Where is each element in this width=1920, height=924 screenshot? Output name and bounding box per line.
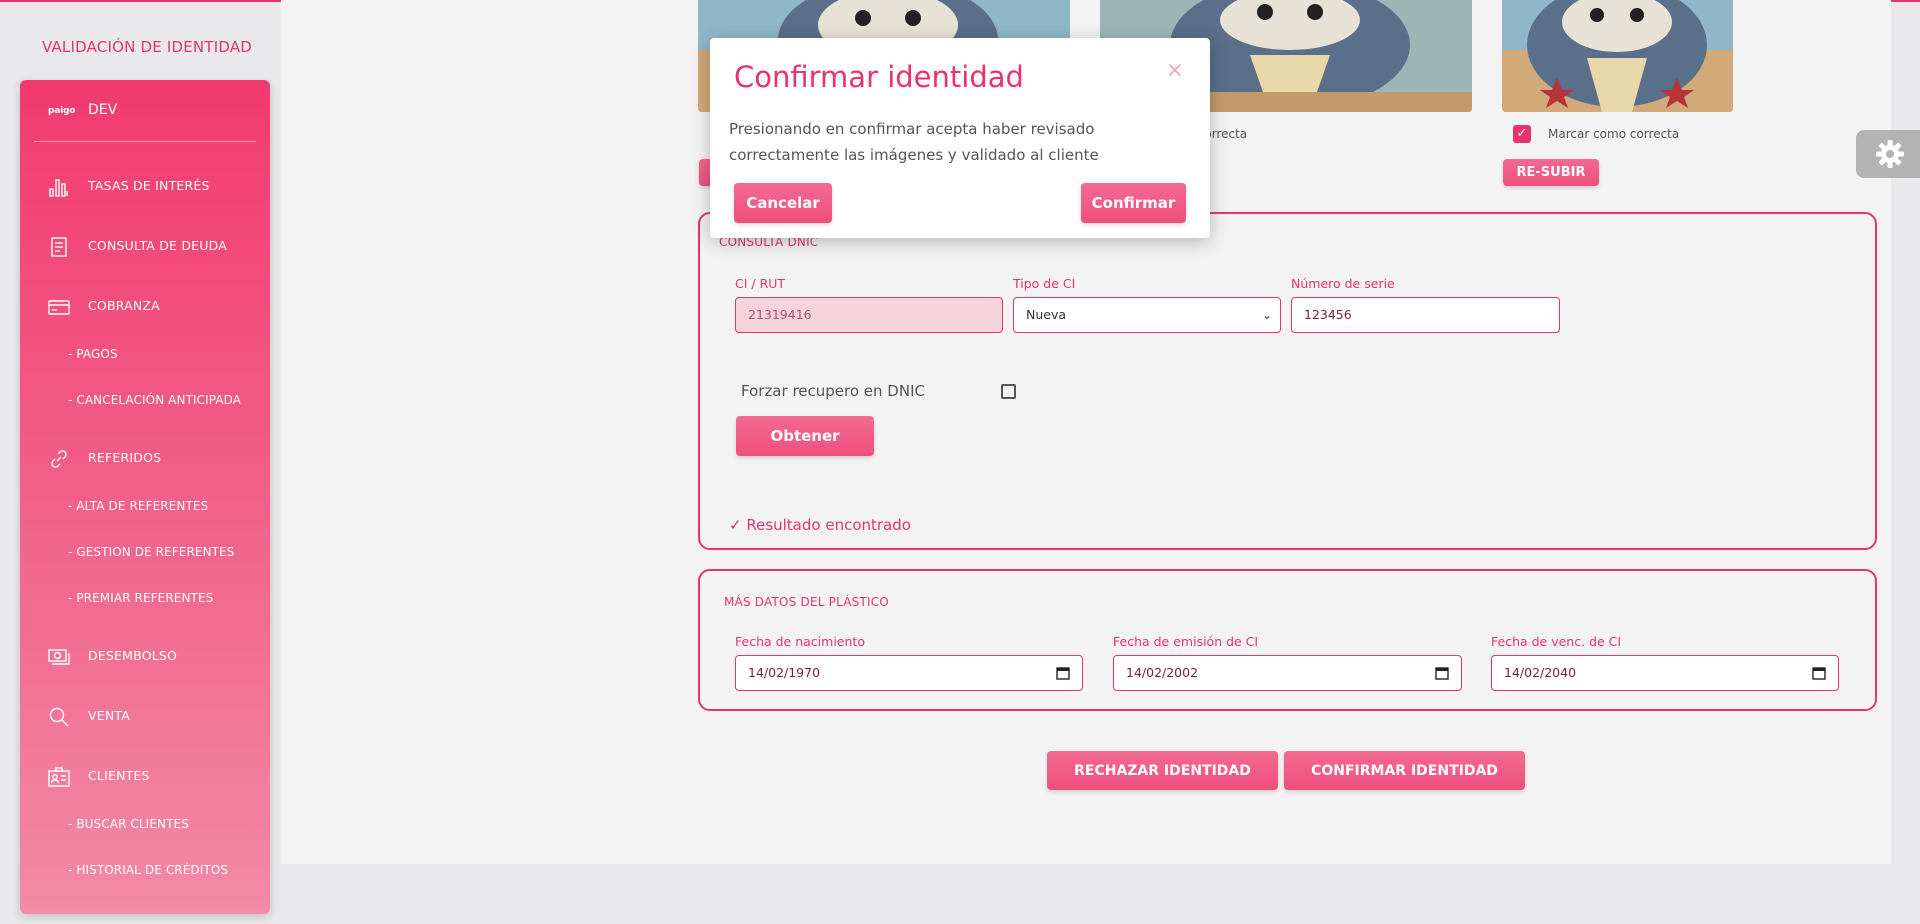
sidebar-sub-gestion-referentes[interactable]: - GESTION DE REFERENTES [68,545,235,559]
numero-serie-input[interactable]: 123456 [1291,297,1560,333]
id-card-icon [48,766,70,788]
confirm-identity-modal: Confirmar identidad × Presionando en con… [710,38,1210,238]
sidebar-divider [34,141,256,142]
calendar-icon [1056,667,1070,680]
sidebar-item-venta[interactable]: VENTA [20,698,270,734]
sidebar-user[interactable]: paigo DEV [20,80,270,140]
sidebar-item-label: CLIENTES [88,768,150,783]
user-name: DEV [88,102,118,118]
sidebar-item-referidos[interactable]: REFERIDOS [20,440,270,476]
close-icon[interactable]: × [1166,58,1184,83]
fecha-emision-input[interactable]: 14/02/2002 [1113,655,1462,691]
fecha-emision-value: 14/02/2002 [1126,665,1199,680]
image-3-resubir-button[interactable]: RE-SUBIR [1503,159,1599,186]
sidebar: paigo DEV TASAS DE INTERÉS CONSULTA DE D… [20,80,270,914]
document-icon [48,236,70,258]
sidebar-item-label: CONSULTA DE DEUDA [88,238,227,253]
tipo-ci-label: Tipo de CI [1013,276,1076,291]
image-3-correct-checkbox[interactable]: ✓ [1513,125,1531,143]
sidebar-sub-buscar-clientes[interactable]: - BUSCAR CLIENTES [68,817,189,831]
sidebar-sub-cancelacion[interactable]: - CANCELACIÓN ANTICIPADA [68,393,241,407]
sidebar-item-label: REFERIDOS [88,450,162,465]
consulta-dnic-section: CONSULTA DNIC CI / RUT 21319416 Tipo de … [698,212,1877,550]
modal-cancel-button[interactable]: Cancelar [734,183,832,223]
datos-plastico-section: MÁS DATOS DEL PLÁSTICO Fecha de nacimien… [698,569,1877,711]
modal-confirm-button[interactable]: Confirmar [1081,183,1186,223]
sidebar-sub-pagos[interactable]: - PAGOS [68,347,118,361]
link-icon [48,448,70,470]
sidebar-item-desembolso[interactable]: DESEMBOLSO [20,638,270,674]
sidebar-item-label: VENTA [88,708,131,723]
modal-title: Confirmar identidad [734,60,1024,94]
sidebar-sub-premiar-referentes[interactable]: - PREMIAR REFERENTES [68,591,213,605]
obtener-button[interactable]: Obtener [736,416,874,456]
fecha-venc-label: Fecha de venc. de CI [1491,634,1622,649]
ci-rut-label: CI / RUT [735,276,786,291]
fecha-venc-input[interactable]: 14/02/2040 [1491,655,1839,691]
sidebar-sub-alta-referentes[interactable]: - ALTA DE REFERENTES [68,499,208,513]
gear-icon [1876,140,1904,168]
confirmar-identidad-button[interactable]: CONFIRMAR IDENTIDAD [1284,751,1525,790]
sidebar-item-consulta-deuda[interactable]: CONSULTA DE DEUDA [20,228,270,264]
fecha-nacimiento-input[interactable]: 14/02/1970 [735,655,1083,691]
forzar-recupero-label: Forzar recupero en DNIC [741,382,925,400]
sidebar-item-label: DESEMBOLSO [88,648,178,663]
calendar-icon [1435,667,1449,680]
calendar-icon [1812,667,1826,680]
rechazar-identidad-button[interactable]: RECHAZAR IDENTIDAD [1047,751,1278,790]
numero-serie-label: Número de serie [1291,276,1395,291]
image-3-check-label: Marcar como correcta [1548,127,1680,141]
brand-title: VALIDACIÓN DE IDENTIDAD [41,38,253,56]
fecha-venc-value: 14/02/2040 [1504,665,1577,680]
sidebar-sub-historial-creditos[interactable]: - HISTORIAL DE CRÉDITOS [68,863,228,877]
credit-card-icon [48,296,70,318]
search-icon [48,706,70,728]
fecha-nacimiento-label: Fecha de nacimiento [735,634,865,649]
modal-body: Presionando en confirmar acepta haber re… [729,120,1099,164]
money-icon [48,646,70,668]
fecha-emision-label: Fecha de emisión de CI [1113,634,1259,649]
sidebar-item-clientes[interactable]: CLIENTES [20,758,270,794]
id-image-3[interactable] [1502,0,1733,112]
result-message: ✓ Resultado encontrado [729,516,911,534]
forzar-recupero-checkbox[interactable] [1001,384,1016,399]
chevron-down-icon: ⌄ [1261,308,1272,322]
tipo-ci-select[interactable]: Nueva ⌄ [1013,297,1281,333]
sidebar-item-tasas[interactable]: TASAS DE INTERÉS [20,168,270,204]
paigo-logo: paigo [48,106,76,116]
sidebar-item-cobranza[interactable]: COBRANZA [20,288,270,324]
sidebar-item-label: TASAS DE INTERÉS [88,178,210,193]
section-title: MÁS DATOS DEL PLÁSTICO [724,595,889,609]
settings-tab[interactable] [1856,130,1920,178]
ci-rut-input[interactable]: 21319416 [735,297,1003,333]
sidebar-item-label: COBRANZA [88,298,160,313]
tipo-ci-selected: Nueva [1026,307,1067,322]
fecha-nacimiento-value: 14/02/1970 [748,665,821,680]
bar-chart-icon [48,176,70,198]
